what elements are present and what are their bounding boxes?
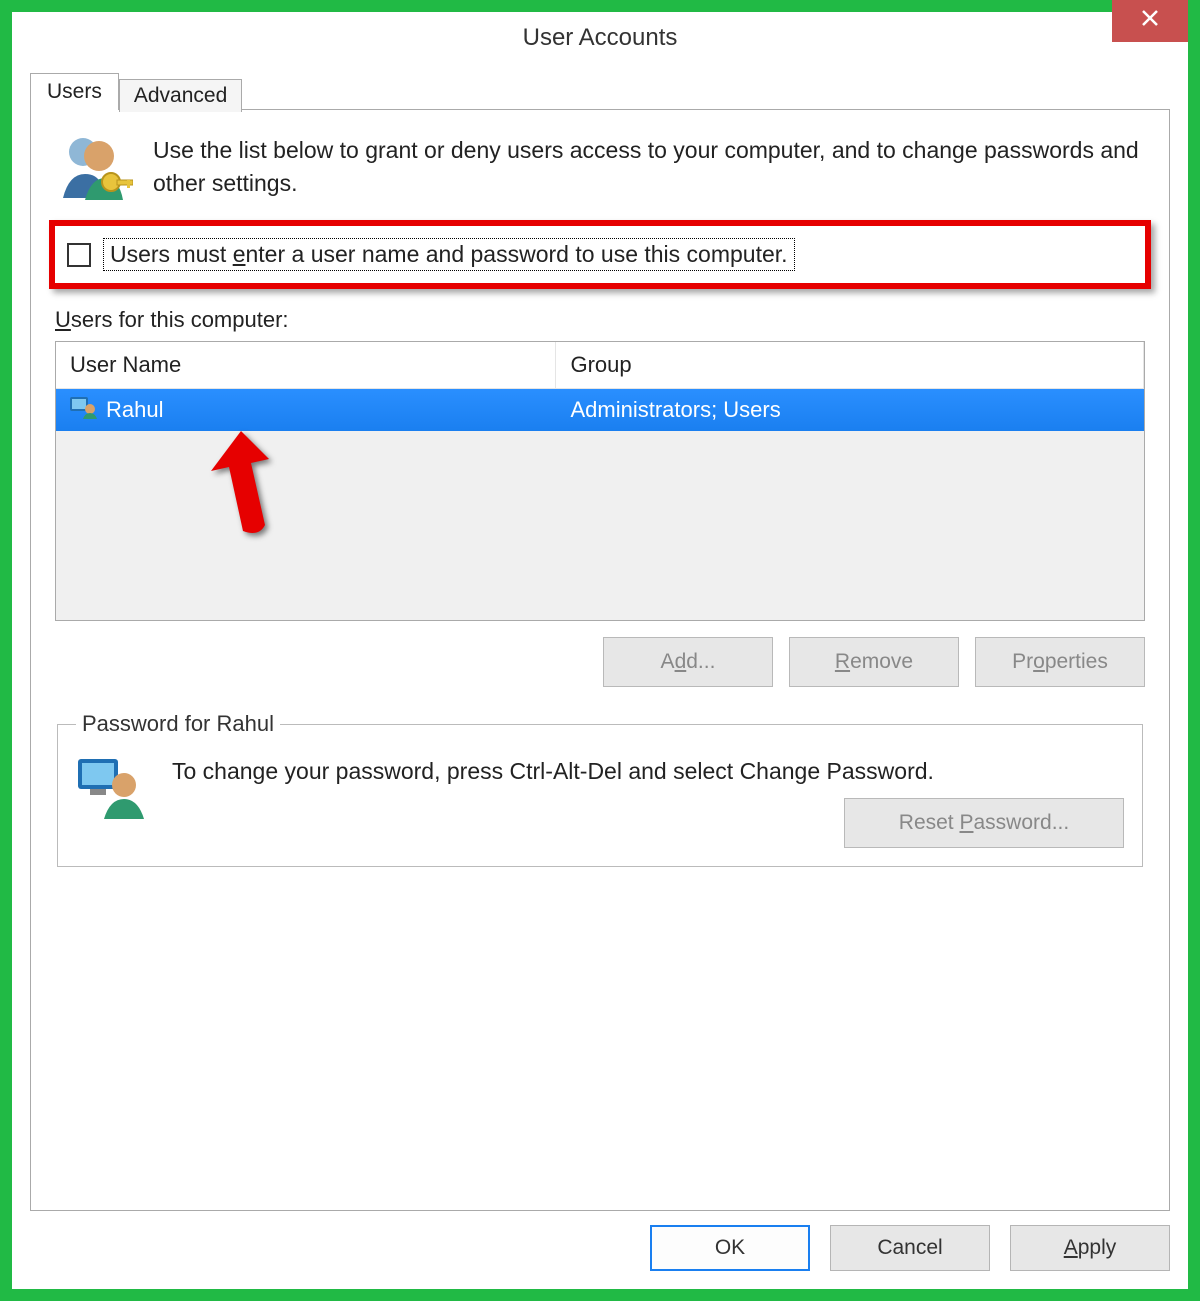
checkbox-label: Users must enter a user name and passwor… (110, 241, 788, 267)
list-header: User Name Group (56, 342, 1144, 389)
tab-advanced[interactable]: Advanced (119, 79, 242, 112)
checkbox-focus-rect: Users must enter a user name and passwor… (103, 238, 795, 271)
password-groupbox: Password for Rahul To change your passwo… (57, 711, 1143, 867)
remove-button[interactable]: Remove (789, 637, 959, 687)
content-area: Users Advanced Use the list below to (12, 64, 1188, 1211)
user-icon (70, 395, 98, 425)
column-header-group[interactable]: Group (556, 342, 1144, 389)
list-button-row: Add... Remove Properties (55, 637, 1145, 687)
close-button[interactable] (1112, 0, 1188, 42)
user-group-cell: Administrators; Users (556, 391, 1144, 429)
titlebar: User Accounts (12, 12, 1188, 64)
users-listbox[interactable]: User Name Group Rahul (55, 341, 1145, 621)
window-title: User Accounts (523, 24, 678, 52)
tab-users[interactable]: Users (30, 73, 119, 110)
add-button[interactable]: Add... (603, 637, 773, 687)
properties-button[interactable]: Properties (975, 637, 1145, 687)
reset-password-button[interactable]: Reset Password... (844, 798, 1124, 848)
dialog-footer: OK Cancel Apply (12, 1211, 1188, 1289)
cancel-button[interactable]: Cancel (830, 1225, 990, 1271)
password-instruction-text: To change your password, press Ctrl-Alt-… (172, 755, 1124, 788)
user-monitor-icon (76, 755, 148, 827)
ok-button[interactable]: OK (650, 1225, 810, 1271)
users-list-label: Users for this computer: (55, 307, 1145, 333)
must-enter-password-checkbox[interactable] (67, 243, 91, 267)
intro-section: Use the list below to grant or deny user… (55, 130, 1145, 208)
table-row[interactable]: Rahul Administrators; Users (56, 389, 1144, 431)
users-key-icon (55, 130, 133, 208)
intro-text: Use the list below to grant or deny user… (153, 134, 1145, 201)
column-header-username[interactable]: User Name (56, 342, 556, 389)
close-icon (1140, 8, 1160, 34)
tab-panel-users: Use the list below to grant or deny user… (30, 109, 1170, 1211)
annotation-highlight-box: Users must enter a user name and passwor… (49, 220, 1151, 289)
apply-button[interactable]: Apply (1010, 1225, 1170, 1271)
password-group-legend: Password for Rahul (76, 711, 280, 737)
annotation-arrow-icon (201, 423, 291, 549)
tab-strip: Users Advanced (30, 72, 1170, 109)
user-accounts-window: User Accounts Users Advanced (12, 12, 1188, 1289)
user-name-cell: Rahul (106, 397, 163, 423)
